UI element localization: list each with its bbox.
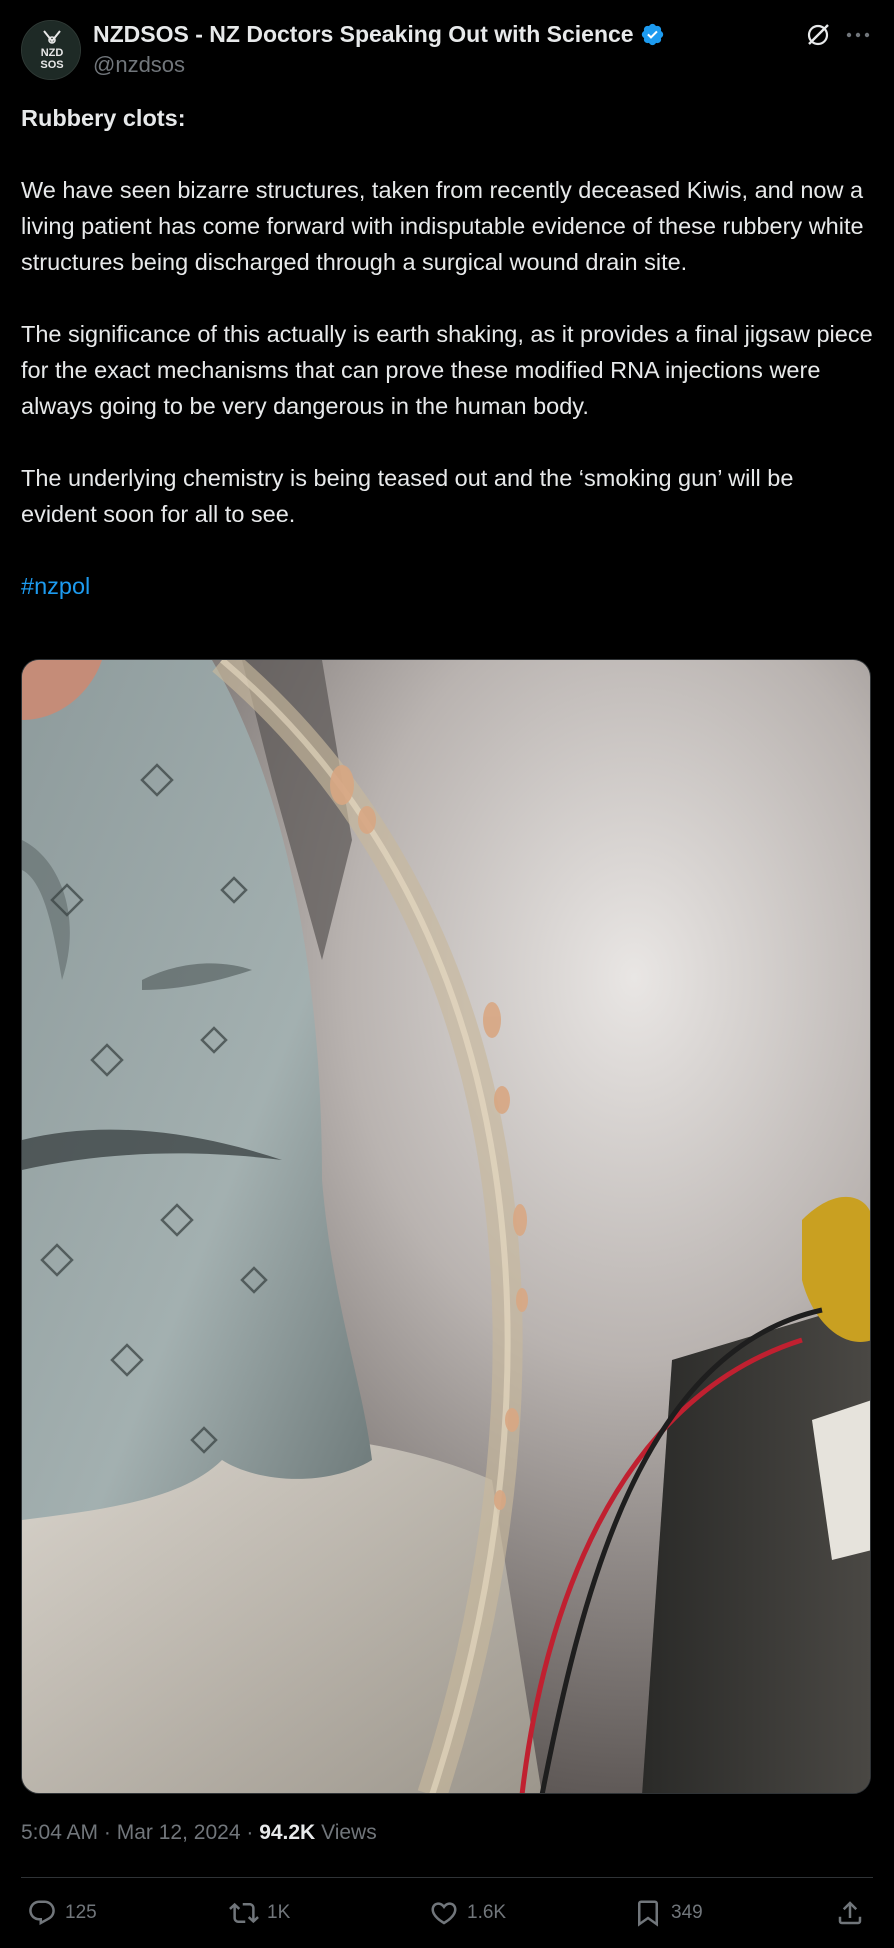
share-icon xyxy=(838,1901,862,1925)
avatar[interactable]: NZD SOS xyxy=(21,20,81,80)
divider xyxy=(21,1877,873,1878)
post-date[interactable]: Mar 12, 2024 xyxy=(117,1821,241,1844)
views-count: 94.2K xyxy=(259,1821,316,1844)
post-meta: 5:04 AM · Mar 12, 2024 · 94.2K Views xyxy=(21,1821,377,1845)
verified-icon[interactable] xyxy=(640,22,665,47)
handle[interactable]: @nzdsos xyxy=(93,52,185,78)
post-media-photo[interactable] xyxy=(21,659,871,1794)
reply-button[interactable]: 125 xyxy=(27,1893,97,1933)
repost-icon xyxy=(229,1902,259,1924)
avatar-text-line2: SOS xyxy=(40,59,63,71)
meta-separator-1: · xyxy=(103,1821,111,1844)
post-title: Rubbery clots: xyxy=(21,105,186,131)
bookmark-button[interactable]: 349 xyxy=(633,1893,703,1933)
like-icon xyxy=(431,1902,457,1925)
post-paragraph-3: The underlying chemistry is being teased… xyxy=(21,465,794,527)
post-body: Rubbery clots: We have seen bizarre stru… xyxy=(21,100,873,640)
bookmark-count: 349 xyxy=(671,1902,703,1923)
reply-count: 125 xyxy=(65,1902,97,1923)
more-icon[interactable] xyxy=(843,20,873,50)
like-count: 1.6K xyxy=(467,1902,507,1923)
post-paragraph-1: We have seen bizarre structures, taken f… xyxy=(21,177,864,275)
meta-separator-2: · xyxy=(246,1821,254,1844)
avatar-text-line1: NZD xyxy=(41,47,64,59)
like-button[interactable]: 1.6K xyxy=(429,1893,506,1933)
reply-icon xyxy=(29,1900,55,1926)
name-row: NZDSOS - NZ Doctors Speaking Out with Sc… xyxy=(93,21,665,48)
avatar-logo-icon: NZD SOS xyxy=(22,21,80,79)
grok-icon[interactable] xyxy=(803,20,833,50)
photo-image xyxy=(22,660,870,1793)
post-time[interactable]: 5:04 AM xyxy=(21,1821,98,1844)
post-paragraph-2: The significance of this actually is ear… xyxy=(21,321,873,419)
hashtag-link[interactable]: #nzpol xyxy=(21,573,90,599)
post-header: NZD SOS NZDSOS - NZ Doctors Speaking Out… xyxy=(21,20,873,80)
repost-count: 1K xyxy=(267,1902,291,1923)
action-bar: 125 1K 1.6K 349 xyxy=(21,1893,873,1933)
views-label: Views xyxy=(321,1821,377,1844)
repost-button[interactable]: 1K xyxy=(229,1893,290,1933)
display-name[interactable]: NZDSOS - NZ Doctors Speaking Out with Sc… xyxy=(93,21,634,48)
bookmark-icon xyxy=(638,1900,658,1927)
share-button[interactable] xyxy=(835,1893,865,1933)
